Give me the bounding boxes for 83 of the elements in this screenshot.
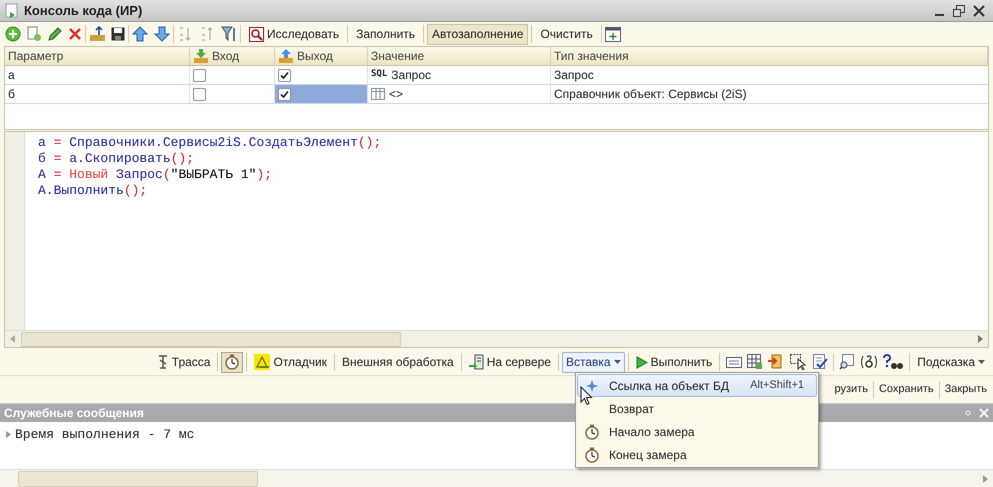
table-cell-text: Запрос (391, 67, 432, 84)
menu-item[interactable]: Начало замера (577, 420, 817, 443)
table-cell-text: <> (389, 86, 404, 103)
copy-icon[interactable] (26, 26, 42, 42)
search-document-icon[interactable] (839, 354, 856, 370)
parameter-hint-icon[interactable] (860, 354, 878, 370)
text-box-icon[interactable] (726, 355, 742, 369)
table-cell: а (5, 66, 190, 84)
panel-title: Служебные сообщения (4, 405, 144, 422)
save-icon[interactable] (111, 27, 125, 41)
mouse-cursor-icon (580, 386, 593, 406)
arrow-down-icon[interactable] (154, 26, 170, 42)
shortcut-text: Alt+Shift+1 (750, 378, 804, 394)
checkbox[interactable] (278, 68, 291, 82)
sql-label: SQL (371, 68, 388, 82)
stopwatch-icon (584, 446, 600, 462)
stopwatch-icon (224, 354, 240, 370)
pencil-icon[interactable] (47, 26, 63, 42)
debugger-icon (254, 354, 270, 370)
horizontal-scrollbar[interactable] (0, 469, 993, 487)
form-icon (4, 2, 20, 18)
timer-toggle[interactable] (221, 352, 244, 372)
code-line: а = Справочники.Сервисы2iS.СоздатьЭлемент(); (38, 135, 382, 151)
upload-icon (278, 48, 294, 64)
question-binoculars-icon[interactable] (883, 354, 904, 370)
code-line: А.Выполнить(); (38, 183, 148, 199)
download-icon (193, 48, 209, 64)
server-icon (468, 354, 484, 370)
table-cell-text: Справочник объект: Сервисы (2iS) (553, 86, 748, 103)
toolbar-button[interactable]: Трасса (152, 352, 214, 372)
restore-icon[interactable] (953, 4, 965, 16)
window-title: Консоль кода (ИР) (24, 2, 142, 20)
checkbox[interactable] (193, 68, 206, 82)
checklist-icon[interactable] (812, 354, 828, 370)
toolbar-button[interactable]: Отладчик (250, 352, 331, 372)
toolbar-button[interactable]: Выполнить (632, 352, 716, 372)
sparkle-icon (586, 380, 598, 392)
select-cursor-icon[interactable] (790, 354, 808, 370)
caret-icon (614, 360, 621, 364)
form-button[interactable]: Закрыть (942, 379, 989, 400)
checkbox[interactable] (193, 88, 206, 100)
caret-icon (978, 360, 985, 364)
delete-icon[interactable] (68, 27, 82, 41)
menu-item[interactable]: Ссылка на объект БД Alt+Shift+1 (577, 374, 817, 397)
bullet-icon (6, 431, 11, 438)
play-icon (636, 356, 648, 368)
close-icon[interactable] (973, 4, 985, 16)
table-cell-text: Запрос (553, 67, 595, 84)
form-button[interactable]: рузить (832, 379, 870, 400)
column-header[interactable]: Тип значения (551, 47, 988, 65)
stopwatch-icon (584, 424, 600, 440)
message-text: Время выполнения - 7 мс (15, 426, 194, 444)
window-add-icon[interactable] (604, 26, 621, 42)
arrow-up-icon[interactable] (132, 26, 148, 42)
column-header[interactable]: Вход (190, 47, 275, 65)
toolbar-button[interactable]: На сервере (464, 352, 555, 372)
column-header[interactable]: Параметр (5, 47, 190, 65)
toolbar-button[interactable]: Заполнить (351, 24, 420, 44)
table-cell: б (5, 85, 190, 103)
toolbar-button[interactable]: Автозаполнение (427, 24, 528, 44)
scrollbar-thumb[interactable] (18, 470, 258, 486)
scrollbar-thumb[interactable] (21, 332, 401, 346)
code-line: б = а.Скопировать(); (38, 151, 196, 167)
checkbox[interactable] (278, 88, 291, 100)
dropdown-button[interactable]: Вставка (562, 352, 625, 372)
trace-icon (156, 355, 169, 369)
menu-item[interactable]: Конец замера (577, 443, 817, 466)
toolbar-button[interactable]: Внешняя обработка (338, 352, 458, 372)
magnifier-icon (249, 26, 264, 42)
upload-icon[interactable] (89, 26, 106, 42)
toolbar-button[interactable]: Очистить (535, 24, 598, 44)
table-icon[interactable] (747, 354, 764, 370)
filter-icon[interactable] (221, 26, 237, 42)
dropdown-button[interactable]: Подсказка (913, 352, 989, 372)
code-line: А = Новый Запрос("ВЫБРАТЬ 1"); (38, 167, 274, 183)
toolbar-button[interactable]: Исследовать (244, 24, 344, 44)
add-icon[interactable] (5, 26, 21, 42)
horizontal-scrollbar[interactable] (5, 330, 988, 347)
form-button[interactable]: Сохранить (876, 379, 936, 400)
column-header[interactable]: Выход (275, 47, 368, 65)
menu-item[interactable]: Возврат (577, 397, 817, 420)
column-header[interactable]: Значение (368, 47, 551, 65)
table-icon (371, 88, 385, 100)
